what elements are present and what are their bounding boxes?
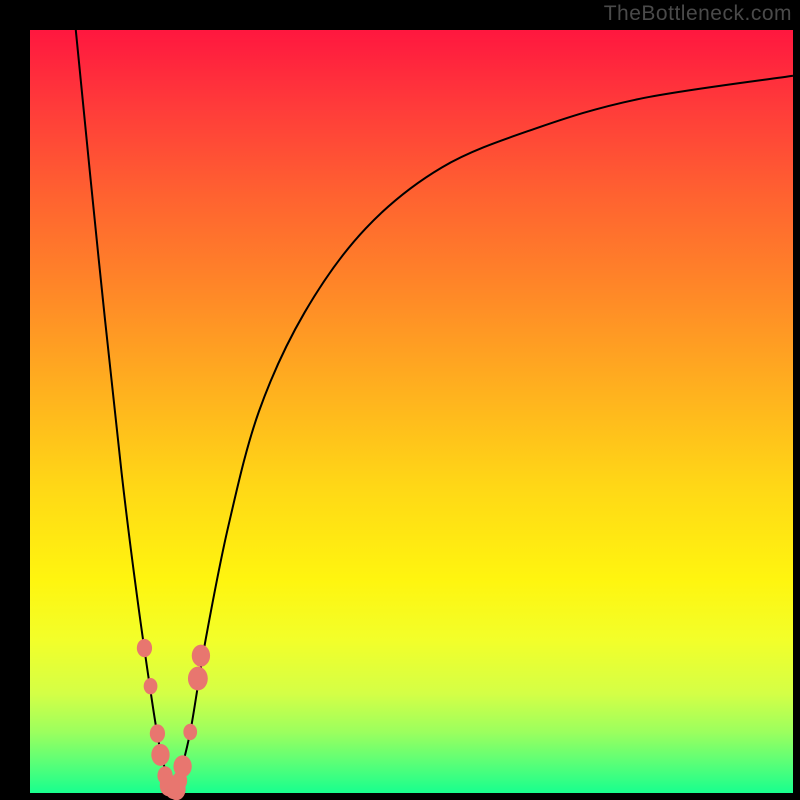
data-marker [137, 639, 152, 657]
data-marker [150, 724, 165, 742]
data-marker [151, 744, 169, 766]
curve-left [76, 30, 173, 793]
data-marker [188, 667, 208, 691]
plot-area [30, 30, 793, 793]
data-marker [192, 645, 210, 667]
watermark-text: TheBottleneck.com [604, 2, 792, 26]
data-markers [137, 639, 210, 800]
curve-right [173, 76, 793, 793]
chart-frame: TheBottleneck.com [0, 0, 800, 800]
data-marker [173, 755, 191, 777]
data-marker [144, 678, 158, 694]
data-marker [183, 724, 197, 740]
chart-svg [30, 30, 793, 793]
